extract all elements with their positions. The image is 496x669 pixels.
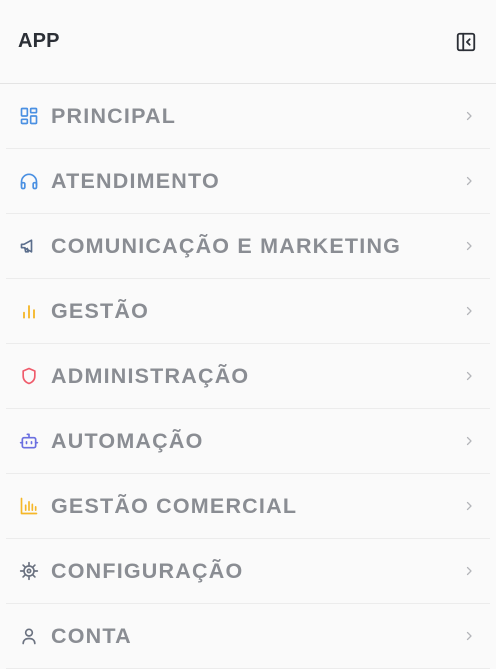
sidebar-header: APP xyxy=(0,0,496,84)
megaphone-icon xyxy=(18,235,40,257)
chevron-right-icon xyxy=(462,434,476,448)
dashboard-grid-icon xyxy=(18,105,40,127)
sidebar: APP PRINCIPAL ATENDIMENTO COMUNICAÇÃO E … xyxy=(0,0,496,669)
menu-item-label: ATENDIMENTO xyxy=(51,168,220,193)
chevron-right-icon xyxy=(462,239,476,253)
menu-item-label: CONFIGURAÇÃO xyxy=(51,558,244,583)
menu-item-label: COMUNICAÇÃO E MARKETING xyxy=(51,233,402,258)
menu-item-label: CONTA xyxy=(51,623,132,648)
menu-item-configuracao[interactable]: CONFIGURAÇÃO xyxy=(6,539,490,604)
menu-item-label: ADMINISTRAÇÃO xyxy=(51,363,250,388)
menu-item-atendimento[interactable]: ATENDIMENTO xyxy=(6,149,490,214)
menu-item-label: GESTÃO xyxy=(51,298,149,323)
chevron-right-icon xyxy=(462,174,476,188)
menu-item-conta[interactable]: CONTA xyxy=(6,604,490,669)
chevron-right-icon xyxy=(462,304,476,318)
collapse-sidebar-button[interactable] xyxy=(454,30,478,54)
menu-item-gestao[interactable]: GESTÃO xyxy=(6,279,490,344)
menu-item-principal[interactable]: PRINCIPAL xyxy=(6,84,490,149)
menu-item-comunicacao-marketing[interactable]: COMUNICAÇÃO E MARKETING xyxy=(6,214,490,279)
menu-item-label: PRINCIPAL xyxy=(51,103,177,128)
headphones-icon xyxy=(18,170,40,192)
chevron-right-icon xyxy=(462,109,476,123)
menu-item-gestao-comercial[interactable]: GESTÃO COMERCIAL xyxy=(6,474,490,539)
sidebar-collapse-icon xyxy=(456,32,476,51)
user-icon xyxy=(18,625,40,647)
menu-item-label: AUTOMAÇÃO xyxy=(51,428,204,453)
chevron-right-icon xyxy=(462,499,476,513)
chevron-right-icon xyxy=(462,564,476,578)
chevron-right-icon xyxy=(462,629,476,643)
menu-item-administracao[interactable]: ADMINISTRAÇÃO xyxy=(6,344,490,409)
settings-cog-icon xyxy=(18,560,40,582)
bar-chart-axis-icon xyxy=(18,495,40,517)
shield-icon xyxy=(18,365,40,387)
app-title: APP xyxy=(18,30,60,52)
bar-chart-icon xyxy=(18,300,40,322)
chevron-right-icon xyxy=(462,369,476,383)
menu-item-automacao[interactable]: AUTOMAÇÃO xyxy=(6,409,490,474)
menu-item-label: GESTÃO COMERCIAL xyxy=(51,493,298,518)
bot-icon xyxy=(18,430,40,452)
sidebar-menu: PRINCIPAL ATENDIMENTO COMUNICAÇÃO E MARK… xyxy=(0,84,496,669)
